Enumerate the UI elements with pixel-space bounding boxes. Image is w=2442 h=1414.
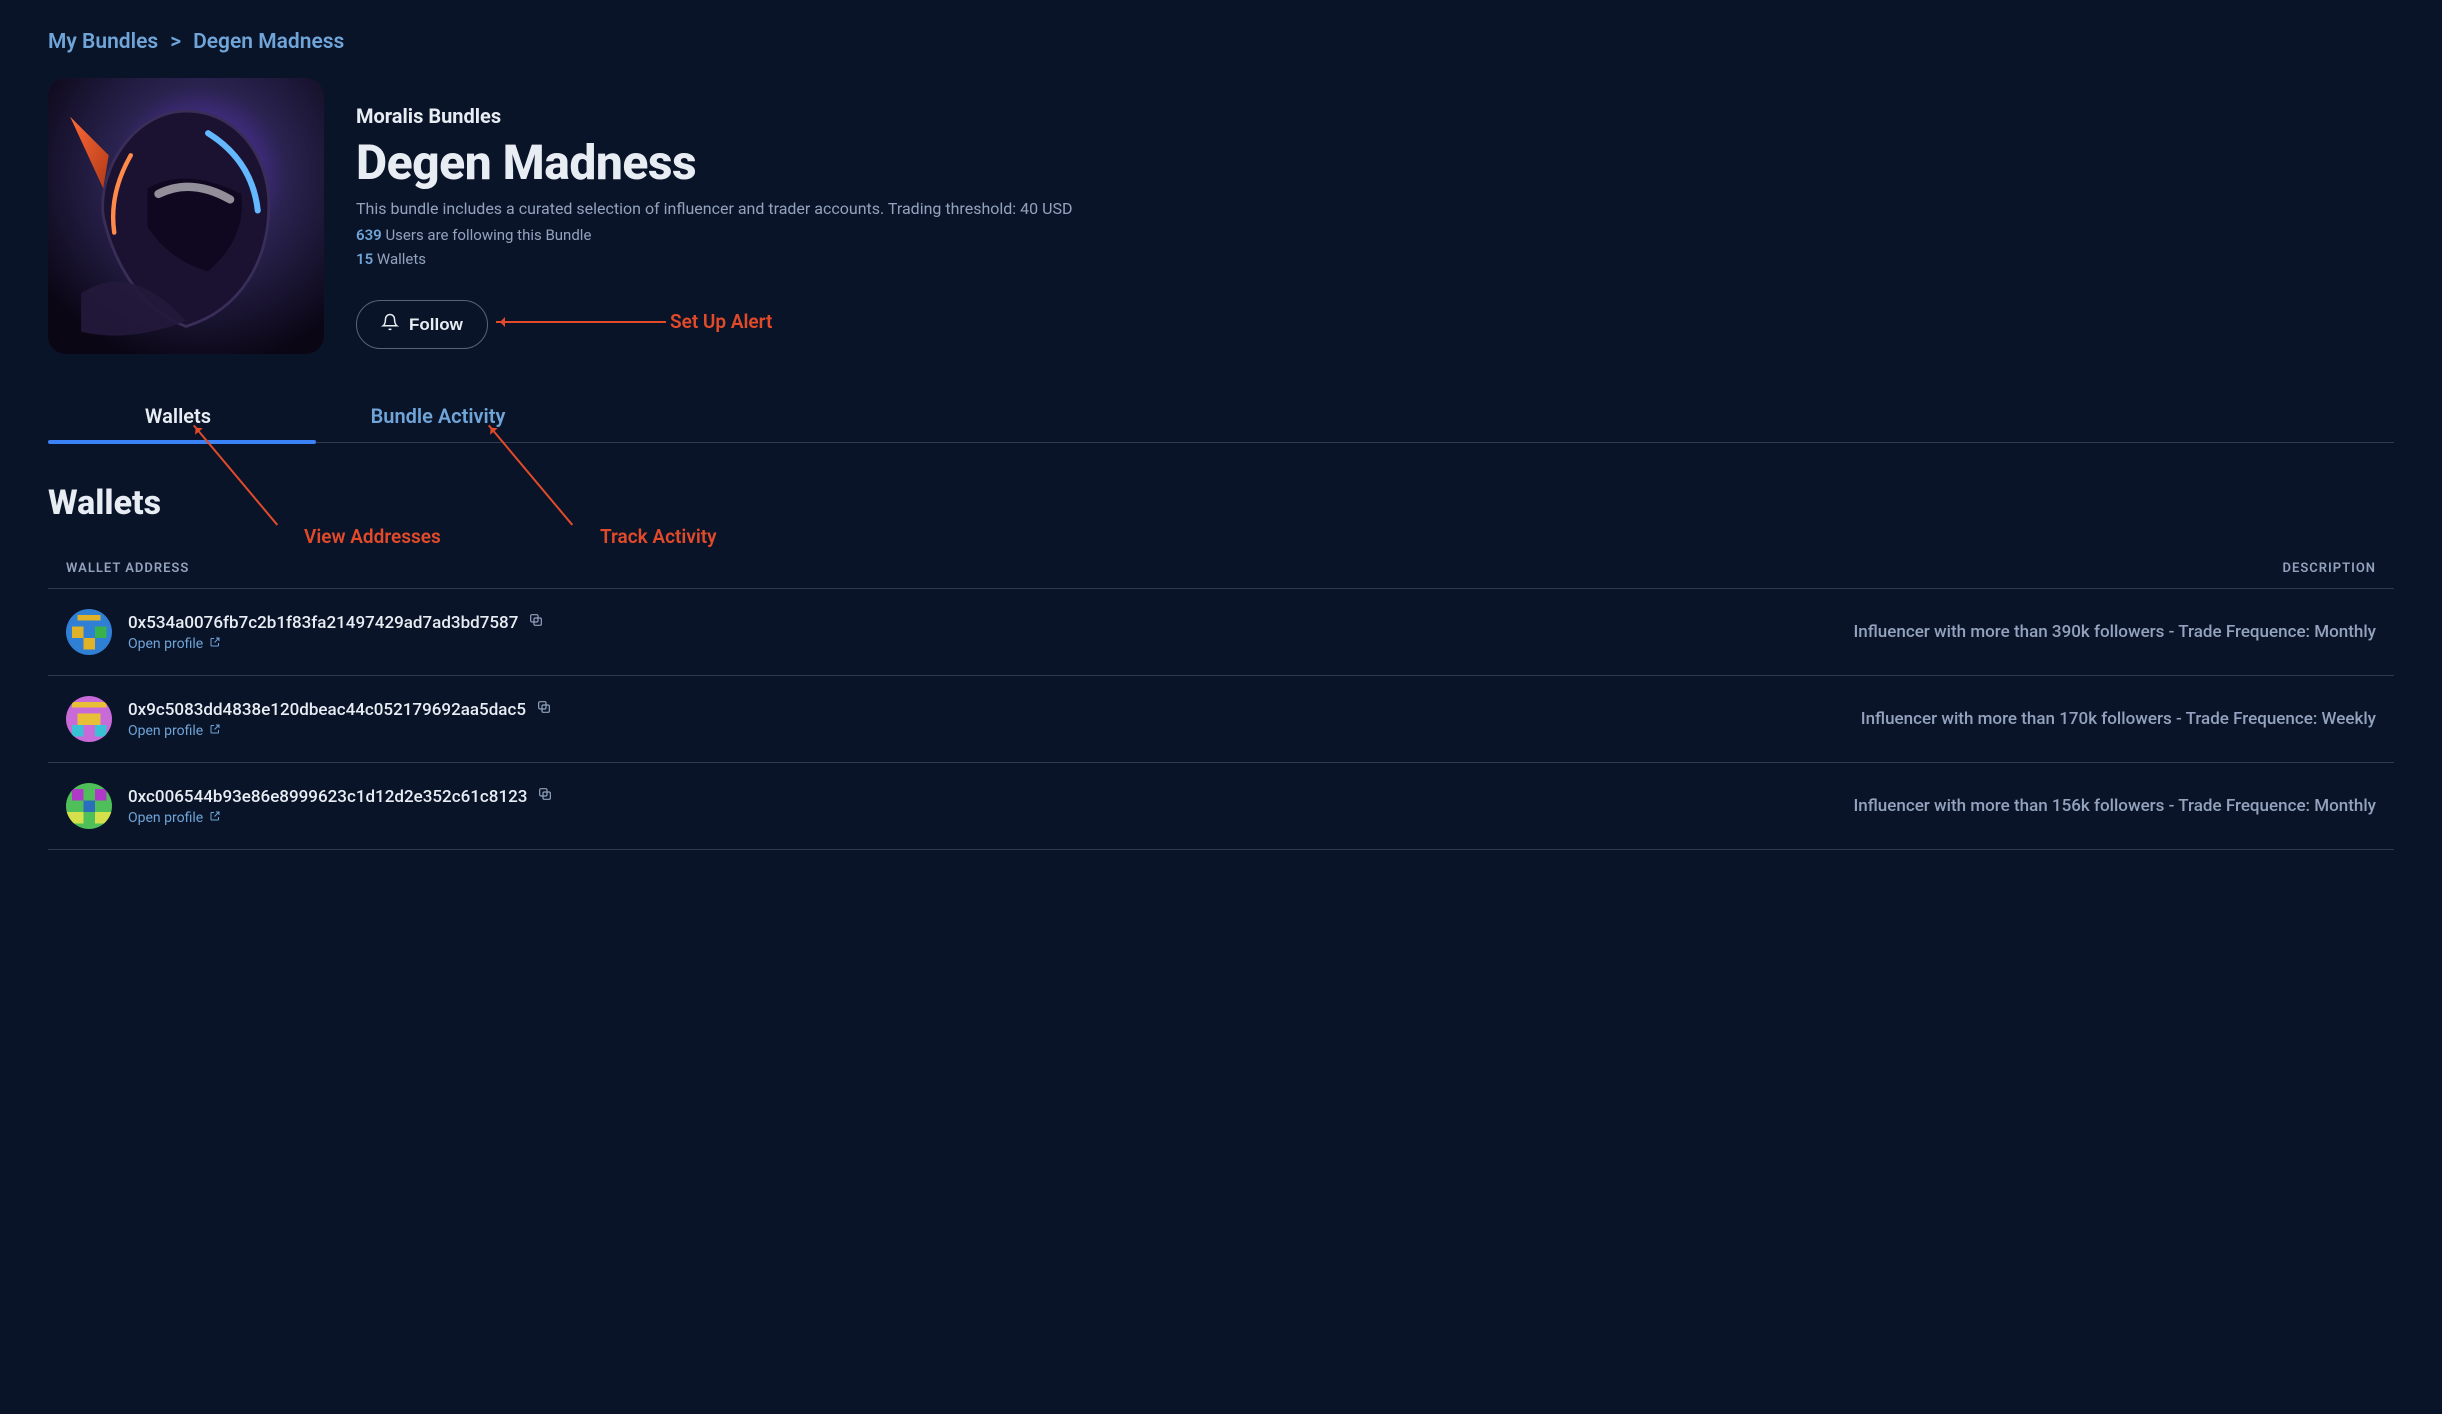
copy-icon[interactable] [536, 699, 552, 720]
section-title: Wallets [48, 483, 2394, 523]
copy-icon[interactable] [537, 786, 553, 807]
col-header-address: WALLET ADDRESS [48, 549, 1183, 589]
followers-stat: 639 Users are following this Bundle [356, 226, 1072, 244]
external-link-icon [209, 723, 221, 739]
col-header-description: DESCRIPTION [1183, 549, 2394, 589]
breadcrumb-current[interactable]: Degen Madness [193, 30, 344, 54]
external-link-icon [209, 636, 221, 652]
breadcrumb-separator: > [170, 30, 181, 54]
breadcrumb-root[interactable]: My Bundles [48, 30, 158, 54]
bell-icon [381, 313, 399, 336]
annotation-view-addresses: View Addresses [304, 525, 441, 548]
wallet-avatar [66, 609, 112, 655]
wallet-address: 0x534a0076fb7c2b1f83fa21497429ad7ad3bd75… [128, 613, 518, 633]
copy-icon[interactable] [528, 612, 544, 633]
tab-wallets[interactable]: Wallets [48, 390, 308, 442]
wallet-avatar [66, 696, 112, 742]
wallets-table: WALLET ADDRESS DESCRIPTION [48, 549, 2394, 850]
table-row: 0xc006544b93e86e8999623c1d12d2e352c61c81… [48, 763, 2394, 850]
wallet-description: Influencer with more than 156k followers… [1183, 763, 2394, 850]
table-row: 0x534a0076fb7c2b1f83fa21497429ad7ad3bd75… [48, 589, 2394, 676]
annotation-set-up-alert: Set Up Alert [670, 310, 772, 333]
tab-bundle-activity[interactable]: Bundle Activity [308, 390, 568, 442]
open-profile-link[interactable]: Open profile [128, 636, 221, 652]
wallet-address: 0xc006544b93e86e8999623c1d12d2e352c61c81… [128, 787, 527, 807]
annotation-track-activity: Track Activity [600, 525, 717, 548]
breadcrumb: My Bundles > Degen Madness [48, 30, 2394, 54]
wallet-description: Influencer with more than 390k followers… [1183, 589, 2394, 676]
open-profile-link[interactable]: Open profile [128, 723, 221, 739]
external-link-icon [209, 810, 221, 826]
wallets-stat: 15 Wallets [356, 250, 1072, 268]
open-profile-link[interactable]: Open profile [128, 810, 221, 826]
bundle-description: This bundle includes a curated selection… [356, 199, 1072, 218]
page-title: Degen Madness [356, 134, 1072, 191]
table-row: 0x9c5083dd4838e120dbeac44c052179692aa5da… [48, 676, 2394, 763]
bundle-image [48, 78, 324, 354]
bundle-overline: Moralis Bundles [356, 104, 1072, 128]
wallet-description: Influencer with more than 170k followers… [1183, 676, 2394, 763]
follow-button[interactable]: Follow [356, 300, 488, 349]
wallet-avatar [66, 783, 112, 829]
wallet-address: 0x9c5083dd4838e120dbeac44c052179692aa5da… [128, 700, 526, 720]
